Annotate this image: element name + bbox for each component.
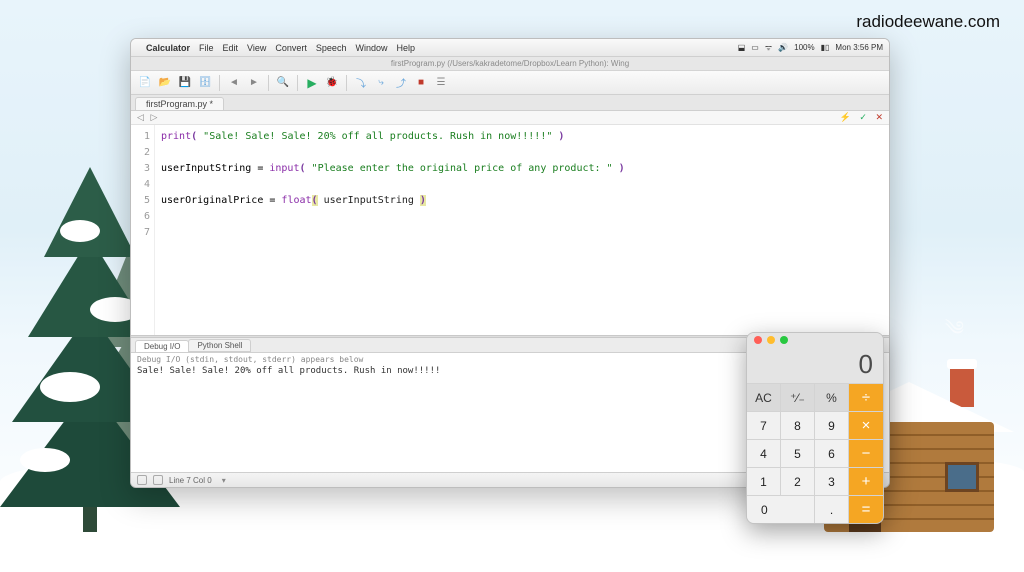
bolt-icon[interactable]: ⚡ <box>840 112 851 122</box>
line-gutter: 1234567 <box>131 125 155 335</box>
check-icon[interactable]: ✓ <box>859 112 867 122</box>
toolbar-save-icon[interactable]: 💾 <box>177 75 193 91</box>
menubar-app-name[interactable]: Calculator <box>146 43 190 53</box>
traffic-close-icon[interactable] <box>754 336 762 344</box>
file-tab-active[interactable]: firstProgram.py * <box>135 97 224 110</box>
calc-key-6[interactable]: 6 <box>815 439 849 467</box>
calc-key-7[interactable]: 7 <box>747 411 781 439</box>
window-titlebar[interactable]: firstProgram.py (/Users/kakradetome/Drop… <box>131 57 889 71</box>
toolbar-saveall-icon[interactable]: 🗄 <box>197 75 213 91</box>
calc-key-equals[interactable]: = <box>849 495 883 523</box>
menu-help[interactable]: Help <box>396 43 415 53</box>
toolbar-run-icon[interactable]: ▶ <box>304 75 320 91</box>
sb-box-icon[interactable] <box>137 475 147 485</box>
panel-tab-debugio[interactable]: Debug I/O <box>135 340 189 353</box>
toolbar-debug-icon[interactable]: 🐞 <box>324 75 340 91</box>
toolbar-stepin-icon[interactable]: ⤷ <box>373 75 389 91</box>
menubar-status: ⬓ ▭ ᯤ 🔊 100% ▮▯ Mon 3:56 PM <box>738 42 883 53</box>
calc-key-decimal[interactable]: . <box>815 495 849 523</box>
ed-nav-fwd-icon[interactable]: ▷ <box>150 112 157 122</box>
calc-key-subtract[interactable]: − <box>849 439 883 467</box>
code-content[interactable]: print( "Sale! Sale! Sale! 20% off all pr… <box>155 125 889 335</box>
sb-dropdown-icon[interactable]: ▾ <box>222 476 226 485</box>
editor-toolbar: ◁ ▷ ⚡ ✓ ✕ <box>131 111 889 125</box>
calc-key-9[interactable]: 9 <box>815 411 849 439</box>
battery-icon[interactable]: ▮▯ <box>821 43 830 52</box>
ide-toolbar: 📄 📂 💾 🗄 ◄ ► 🔍 ▶ 🐞 ⤵ ⤷ ⤴ ■ ☰ <box>131 71 889 95</box>
toolbar-stepover-icon[interactable]: ⤵ <box>353 75 369 91</box>
sb-box2-icon[interactable] <box>153 475 163 485</box>
calc-key-4[interactable]: 4 <box>747 439 781 467</box>
cursor-position: Line 7 Col 0 <box>169 476 212 485</box>
menu-view[interactable]: View <box>247 43 266 53</box>
calc-key-3[interactable]: 3 <box>815 467 849 495</box>
dropbox-icon[interactable]: ⬓ <box>738 43 746 52</box>
calc-key-2[interactable]: 2 <box>781 467 815 495</box>
calc-key-divide[interactable]: ÷ <box>849 383 883 411</box>
calc-key-0[interactable]: 0 <box>747 495 815 523</box>
file-tabs: firstProgram.py * <box>131 95 889 111</box>
mac-menubar: Calculator File Edit View Convert Speech… <box>131 39 889 57</box>
menu-speech[interactable]: Speech <box>316 43 347 53</box>
calc-keypad: AC ⁺⁄₋ % ÷ 7 8 9 × 4 5 6 − 1 2 3 + 0 . = <box>747 383 883 523</box>
calc-traffic-lights <box>747 333 883 347</box>
calc-display: 0 <box>747 347 883 383</box>
window-title: firstProgram.py (/Users/kakradetome/Drop… <box>391 59 629 68</box>
clock-text[interactable]: Mon 3:56 PM <box>835 43 883 52</box>
toolbar-stop-icon[interactable]: ■ <box>413 75 429 91</box>
close-icon[interactable]: ✕ <box>875 112 883 122</box>
watermark-text: radiodeewane.com <box>856 12 1000 32</box>
calc-key-sign[interactable]: ⁺⁄₋ <box>781 383 815 411</box>
ed-nav-back-icon[interactable]: ◁ <box>137 112 144 122</box>
calc-key-8[interactable]: 8 <box>781 411 815 439</box>
code-editor[interactable]: 1234567 print( "Sale! Sale! Sale! 20% of… <box>131 125 889 335</box>
panel-tab-pyshell[interactable]: Python Shell <box>188 339 251 352</box>
battery-text: 100% <box>794 43 814 52</box>
toolbar-fwd-icon[interactable]: ► <box>246 75 262 91</box>
traffic-min-icon[interactable] <box>767 336 775 344</box>
toolbar-new-icon[interactable]: 📄 <box>137 75 153 91</box>
menu-window[interactable]: Window <box>355 43 387 53</box>
toolbar-back-icon[interactable]: ◄ <box>226 75 242 91</box>
wifi-icon[interactable]: ᯤ <box>765 42 772 53</box>
menu-convert[interactable]: Convert <box>275 43 307 53</box>
volume-icon[interactable]: 🔊 <box>778 43 788 52</box>
display-icon[interactable]: ▭ <box>751 43 759 52</box>
traffic-max-icon[interactable] <box>780 336 788 344</box>
toolbar-stepout-icon[interactable]: ⤴ <box>393 75 409 91</box>
toolbar-open-icon[interactable]: 📂 <box>157 75 173 91</box>
calc-key-percent[interactable]: % <box>815 383 849 411</box>
calc-key-add[interactable]: + <box>849 467 883 495</box>
toolbar-options-icon[interactable]: ☰ <box>433 75 449 91</box>
calculator-window[interactable]: 0 AC ⁺⁄₋ % ÷ 7 8 9 × 4 5 6 − 1 2 3 + 0 .… <box>746 332 884 524</box>
menu-file[interactable]: File <box>199 43 214 53</box>
calc-key-multiply[interactable]: × <box>849 411 883 439</box>
calc-key-ac[interactable]: AC <box>747 383 781 411</box>
calc-key-1[interactable]: 1 <box>747 467 781 495</box>
calc-key-5[interactable]: 5 <box>781 439 815 467</box>
toolbar-search-icon[interactable]: 🔍 <box>275 75 291 91</box>
menu-edit[interactable]: Edit <box>223 43 239 53</box>
